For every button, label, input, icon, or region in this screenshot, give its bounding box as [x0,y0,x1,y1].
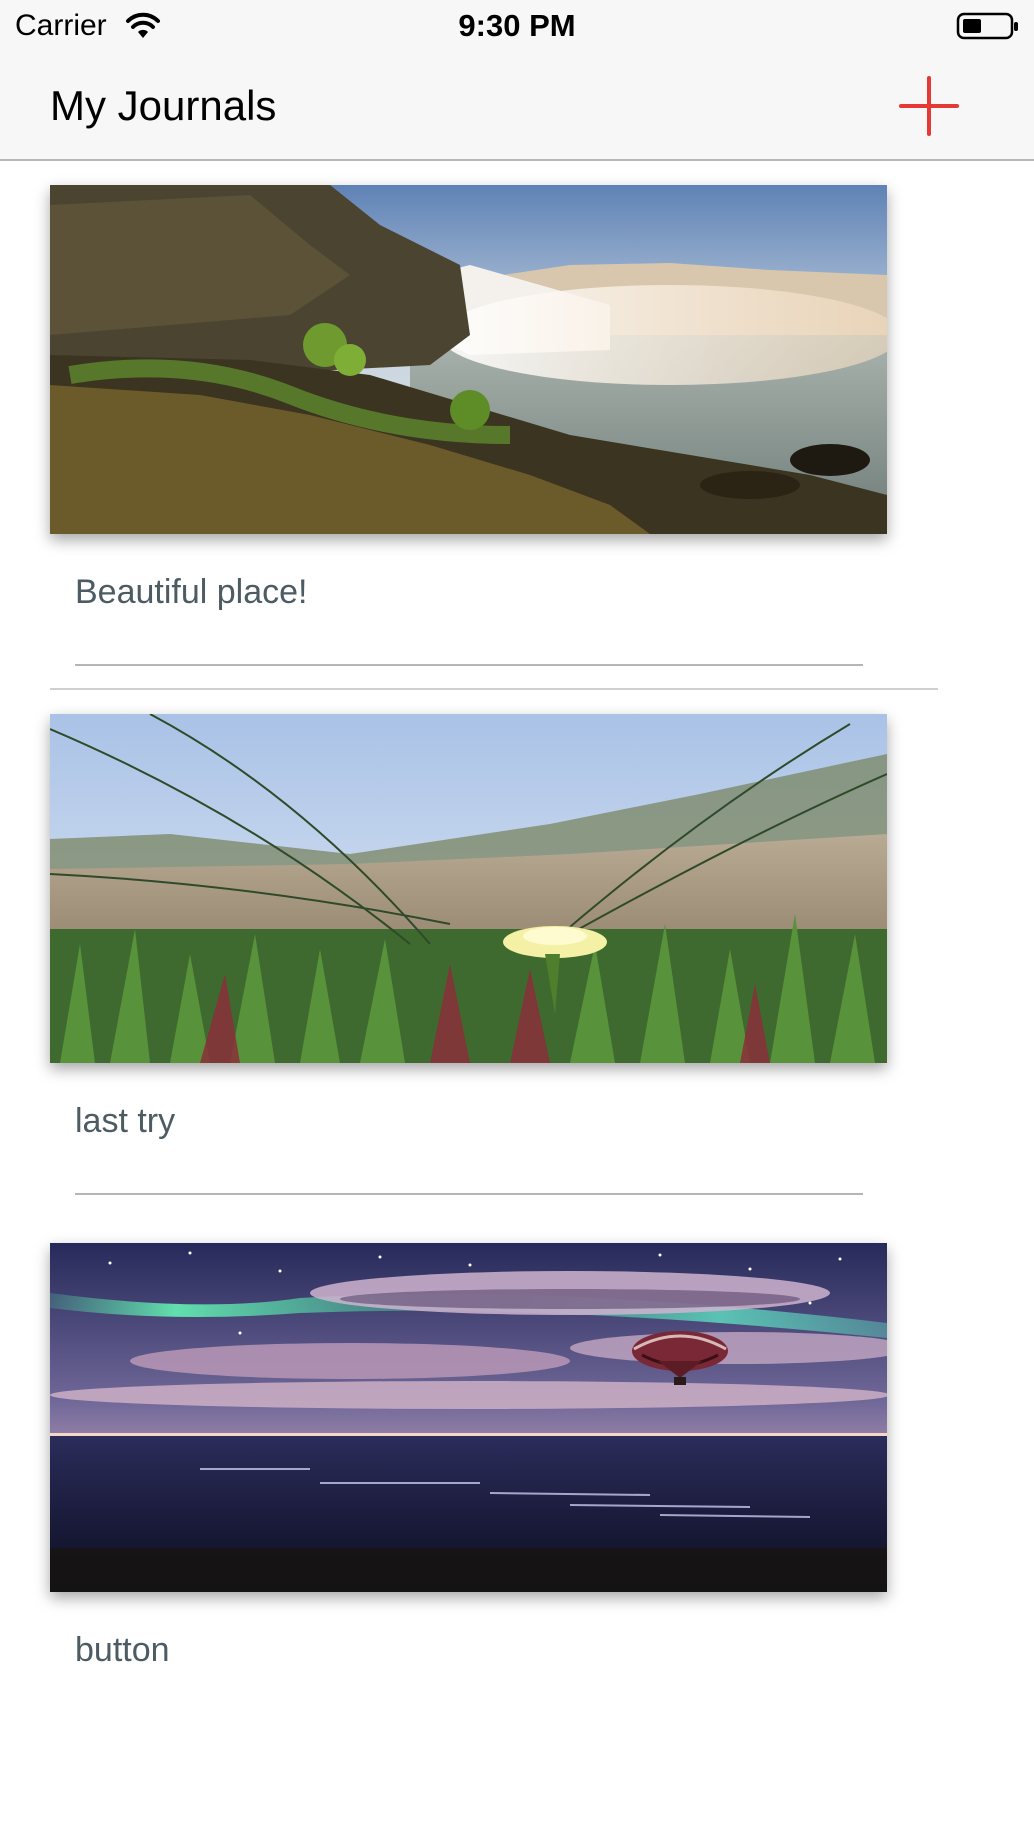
journal-entry[interactable]: Beautiful place! [0,161,1034,690]
journal-caption: last try [75,1102,176,1140]
journal-entry[interactable]: last try [0,690,1034,1218]
journal-image-aurora[interactable] [50,1243,887,1592]
journal-caption: button [75,1631,170,1669]
page-title: My Journals [50,82,277,129]
battery-icon [956,11,1020,41]
journal-entry[interactable]: button [0,1219,1034,1747]
journal-caption: Beautiful place! [75,573,308,611]
caption-divider [75,664,863,666]
add-journal-button[interactable] [898,75,960,137]
journal-image-flower[interactable] [50,714,887,1063]
journal-image-waterfall[interactable] [50,185,887,534]
status-bar: Carrier 9:30 PM [0,0,1034,52]
status-time: 9:30 PM [458,8,576,43]
plus-icon [899,76,959,136]
caption-divider [75,1193,863,1195]
navigation-bar: My Journals [0,52,1034,161]
